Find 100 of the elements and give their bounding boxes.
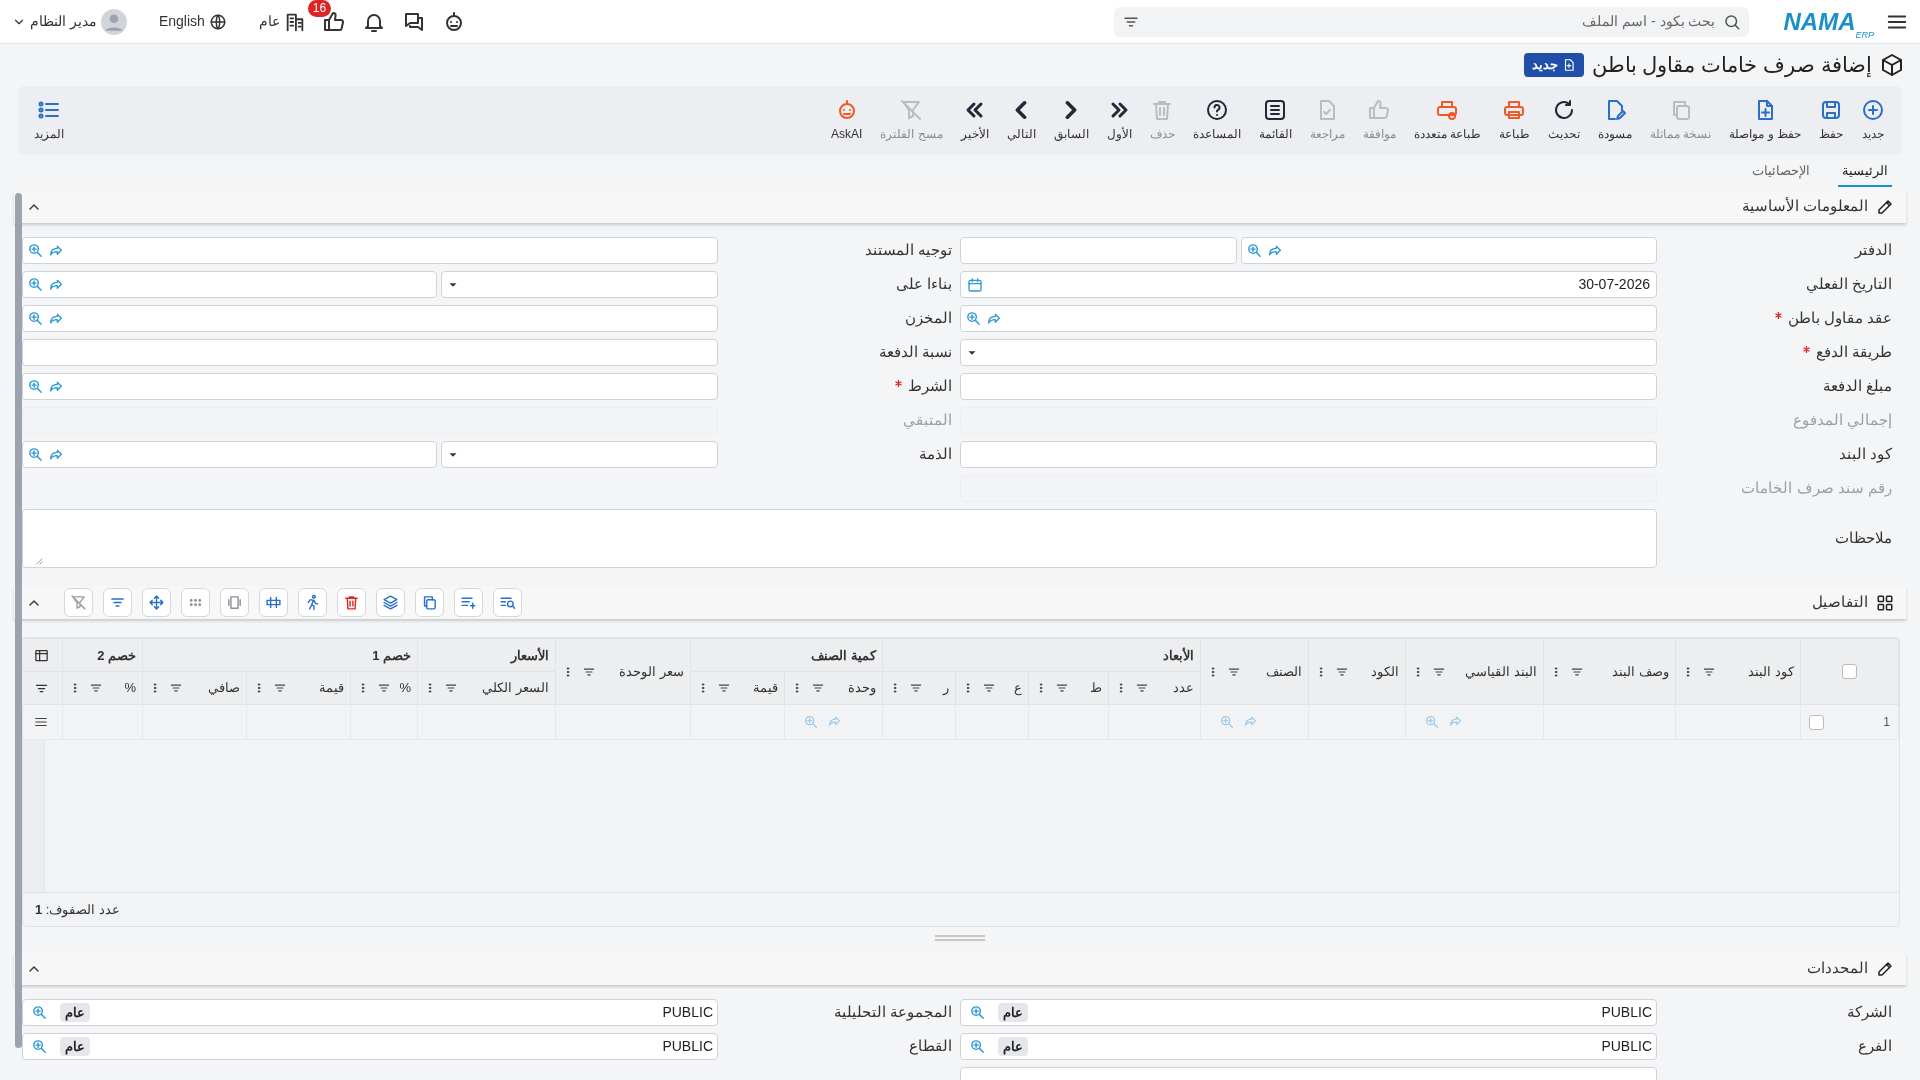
menu-icon[interactable] xyxy=(34,715,49,729)
branch-label[interactable]: عام xyxy=(258,11,280,32)
column-header[interactable]: % xyxy=(124,678,136,698)
lookup-field[interactable] xyxy=(960,305,1657,332)
move-icon xyxy=(148,594,165,611)
grid-tool-button[interactable] xyxy=(493,588,522,617)
column-header[interactable]: الصنف xyxy=(1266,661,1302,682)
tab[interactable]: الرئيسية xyxy=(1838,160,1892,187)
search-plus-icon xyxy=(1246,242,1263,259)
toolbar-button[interactable]: المساعدة xyxy=(1183,98,1250,143)
column-header[interactable]: قيمة xyxy=(753,678,778,698)
field-label: طريقة الدفع xyxy=(1815,342,1892,363)
grid-tool-button[interactable] xyxy=(337,588,366,617)
grid-tool-button[interactable] xyxy=(220,588,249,617)
field-label: ملاحظات xyxy=(1835,528,1892,549)
columns-icon xyxy=(226,594,243,611)
search-plus-icon xyxy=(969,1004,986,1021)
lookup-field[interactable] xyxy=(22,237,718,264)
grid-tool-button[interactable] xyxy=(415,588,444,617)
text-field[interactable] xyxy=(960,237,1237,264)
toolbar-button[interactable]: التالي xyxy=(997,98,1045,143)
toolbar-button[interactable]: حفظ xyxy=(1810,98,1852,143)
column-header[interactable]: سعر الوحدة xyxy=(619,661,684,682)
toolbar-button[interactable]: حفظ و مواصلة xyxy=(1720,98,1810,143)
resize-handle-icon[interactable] xyxy=(35,557,43,565)
text-field[interactable] xyxy=(960,373,1657,400)
share-icon xyxy=(1448,714,1463,729)
splitter-handle[interactable] xyxy=(935,935,985,941)
column-header[interactable]: قيمة xyxy=(319,678,344,698)
share-icon xyxy=(1243,714,1258,729)
text-field[interactable] xyxy=(22,339,718,366)
search-field[interactable]: بحث بكود - اسم الملف xyxy=(1114,6,1750,37)
dropdown-field[interactable] xyxy=(960,339,1657,366)
grid-tool-button[interactable] xyxy=(142,588,171,617)
layers-icon xyxy=(382,594,399,611)
column-header[interactable]: وحدة xyxy=(848,678,876,698)
toolbar-button[interactable]: تحديث xyxy=(1539,98,1589,143)
column-header[interactable]: ر xyxy=(943,678,949,698)
field-label: كود البند xyxy=(1838,444,1892,465)
toolbar-button[interactable]: القائمة xyxy=(1249,98,1301,143)
text-field[interactable] xyxy=(960,441,1657,468)
column-header[interactable]: ط xyxy=(1090,678,1102,698)
column-group-header: خصم 2 xyxy=(97,648,136,663)
field-label: الشرط xyxy=(908,376,952,397)
search-plus-icon xyxy=(969,1038,986,1055)
more-button[interactable]: المزيد xyxy=(26,98,72,143)
field-label: المجموعة التحليلية xyxy=(833,1002,952,1023)
search-plus-icon xyxy=(803,714,819,730)
field-label: عقد مقاول باطن xyxy=(1787,308,1892,329)
grid-tool-button[interactable] xyxy=(259,588,288,617)
date-field[interactable]: 30-07-2026 xyxy=(960,271,1657,298)
grid-tool-button[interactable] xyxy=(103,588,132,617)
field-label: نسبة الدفعة xyxy=(878,342,952,363)
column-header[interactable]: عدد xyxy=(1173,678,1194,698)
lookup-field[interactable] xyxy=(1241,237,1657,264)
table-icon[interactable] xyxy=(34,647,49,663)
lookup-field[interactable] xyxy=(22,271,437,298)
grid-tool-button[interactable] xyxy=(454,588,483,617)
dropdown-field[interactable] xyxy=(441,271,718,298)
column-header[interactable]: ع xyxy=(1014,678,1022,698)
lookup-field[interactable] xyxy=(22,373,718,400)
toolbar-button[interactable]: الأول xyxy=(1097,98,1141,143)
grid-tool-button[interactable] xyxy=(181,588,210,617)
toolbar-button[interactable]: طباعة متعددة xyxy=(1404,98,1490,143)
grid-tool-button[interactable] xyxy=(298,588,327,617)
calendar-icon xyxy=(967,276,983,293)
tab[interactable]: الإحصائيات xyxy=(1748,160,1814,187)
column-header[interactable]: % xyxy=(399,678,411,698)
checkbox[interactable] xyxy=(1842,664,1857,679)
toolbar-button[interactable]: جديد xyxy=(1852,98,1894,143)
globe-icon xyxy=(208,12,227,31)
lookup-field[interactable] xyxy=(22,441,437,468)
toolbar-button[interactable]: AskAI xyxy=(821,98,872,143)
column-header[interactable]: كود البند xyxy=(1748,661,1794,682)
column-header[interactable]: الكود xyxy=(1371,661,1399,682)
column-header[interactable]: صافي xyxy=(208,678,240,698)
search-icon xyxy=(1723,12,1742,31)
column-group-header: خصم 1 xyxy=(372,648,411,663)
share-icon xyxy=(827,714,842,729)
toolbar-button[interactable]: السابق xyxy=(1044,98,1098,143)
toolbar-button[interactable]: الأخير xyxy=(951,98,998,143)
scrollbar[interactable] xyxy=(15,193,22,1048)
toolbar-button[interactable]: مسودة xyxy=(1589,98,1641,143)
section-title: التفاصيل xyxy=(1812,592,1868,613)
column-header[interactable]: البند القياسي xyxy=(1465,661,1537,682)
user-name[interactable]: مدير النظام xyxy=(30,11,97,32)
search-plus-icon xyxy=(1424,714,1440,730)
column-group-header: الأسعار xyxy=(511,648,549,663)
toolbar-button[interactable]: طباعة xyxy=(1490,98,1539,143)
notes-field[interactable] xyxy=(22,509,1657,568)
column-header[interactable]: وصف البند xyxy=(1612,661,1669,682)
search-plus-icon xyxy=(27,242,44,259)
grid-tool-button[interactable] xyxy=(376,588,405,617)
search-plus-icon xyxy=(31,1004,48,1021)
language-label[interactable]: English xyxy=(158,11,205,32)
checkbox[interactable] xyxy=(1809,714,1824,730)
dropdown-field[interactable] xyxy=(441,441,718,468)
avatar-icon xyxy=(100,8,127,35)
lookup-field[interactable] xyxy=(22,305,718,332)
grid-tool-button[interactable] xyxy=(64,588,93,617)
